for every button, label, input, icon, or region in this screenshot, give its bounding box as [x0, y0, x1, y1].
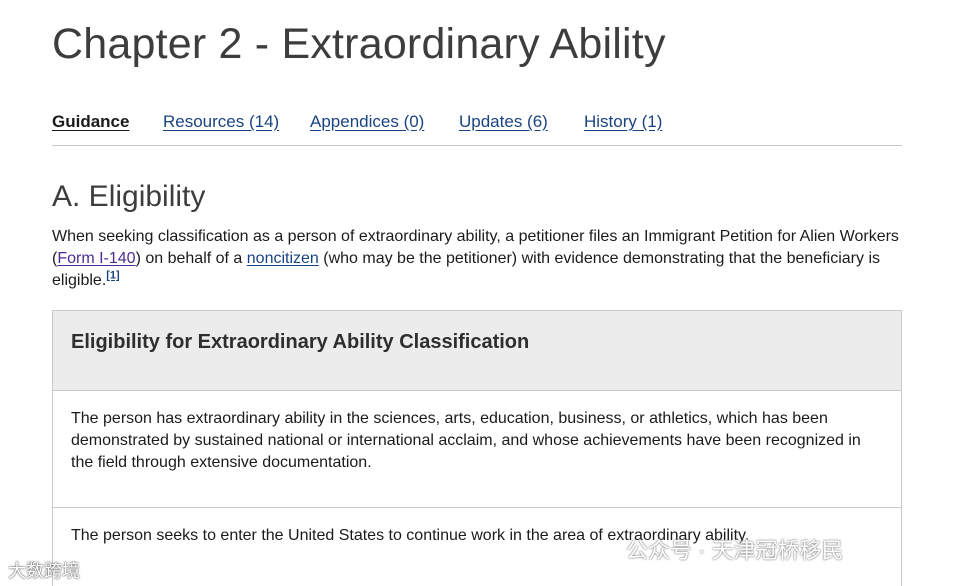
- intro-paragraph: When seeking classification as a person …: [52, 226, 902, 292]
- page-title: Chapter 2 - Extraordinary Ability: [52, 20, 666, 68]
- tab-bar: Guidance Resources (14) Appendices (0) U…: [52, 110, 902, 146]
- tab-appendices[interactable]: Appendices (0): [310, 112, 424, 132]
- tab-updates[interactable]: Updates (6): [459, 112, 548, 132]
- tab-resources[interactable]: Resources (14): [163, 112, 279, 132]
- watermark-left: 大数跨境: [8, 561, 80, 581]
- section-heading: A. Eligibility: [52, 180, 206, 213]
- page: Chapter 2 - Extraordinary Ability Guidan…: [0, 0, 964, 586]
- tab-history[interactable]: History (1): [584, 112, 662, 132]
- noncitizen-link[interactable]: noncitizen: [247, 250, 319, 267]
- form-i140-link[interactable]: Form I-140: [57, 250, 135, 267]
- tab-guidance[interactable]: Guidance: [52, 112, 129, 132]
- intro-text-part2: ) on behalf of a: [135, 250, 247, 267]
- table-row: The person has extraordinary ability in …: [53, 391, 901, 508]
- eligibility-table-header: Eligibility for Extraordinary Ability Cl…: [53, 311, 901, 391]
- watermark-right: 公众号 · 天津冠桥移民: [626, 538, 844, 563]
- footnote-link[interactable]: [1]: [106, 270, 119, 282]
